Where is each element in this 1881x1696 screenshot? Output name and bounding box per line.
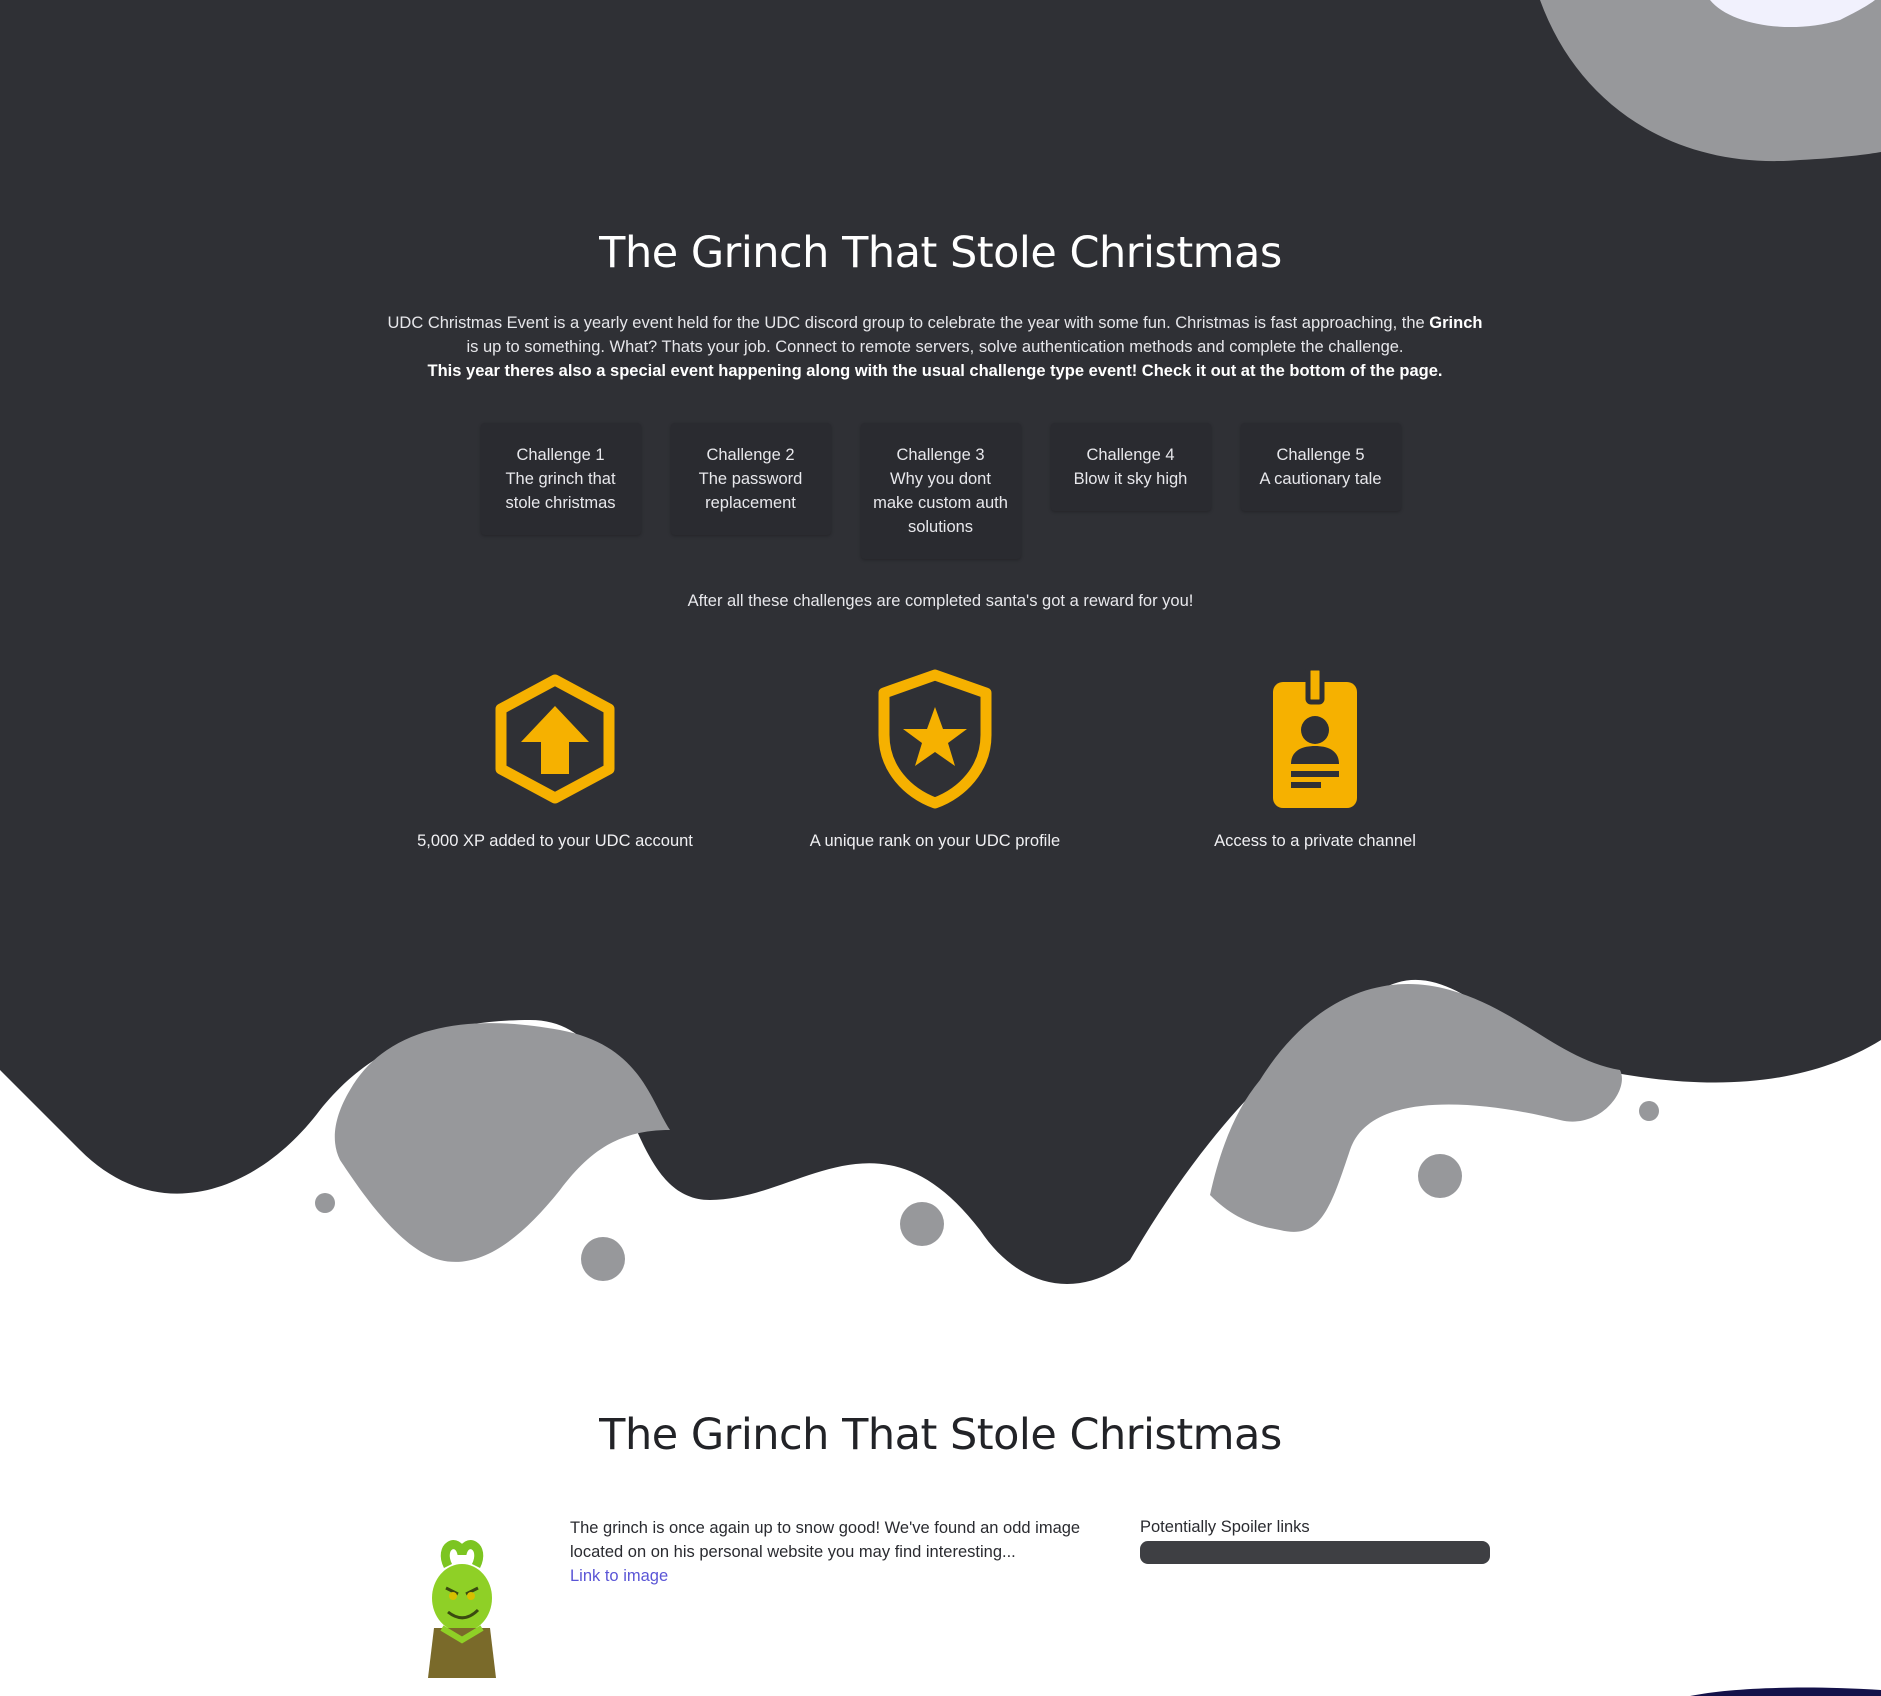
intro-grinch-bold: Grinch	[1429, 314, 1483, 332]
intro-part1: UDC Christmas Event is a yearly event he…	[387, 314, 1430, 332]
challenge-name: A cautionary tale	[1259, 470, 1382, 488]
challenge-name: The grinch that stole christmas	[505, 470, 616, 512]
link-to-image[interactable]: Link to image	[570, 1567, 668, 1585]
reward-label: Access to a private channel	[1214, 832, 1416, 850]
rewards-intro: After all these challenges are completed…	[687, 592, 1194, 610]
reward-rank: A unique rank on your UDC profile	[745, 668, 1125, 851]
challenge-name: Blow it sky high	[1073, 470, 1188, 488]
hexagon-arrow-up-icon	[495, 674, 615, 804]
reward-label: 5,000 XP added to your UDC account	[417, 832, 693, 850]
challenge-card-2[interactable]: Challenge 2 The password replacement	[670, 423, 831, 535]
challenge-number: Challenge 2	[706, 446, 795, 464]
challenge-number: Challenge 4	[1086, 446, 1175, 464]
challenge-name: The password replacement	[698, 470, 803, 512]
reward-label: A unique rank on your UDC profile	[809, 832, 1061, 850]
challenge-description: The grinch is once again up to snow good…	[570, 1516, 1090, 1588]
intro-part2: is up to something. What? Thats your job…	[466, 338, 1404, 356]
challenge-card-4[interactable]: Challenge 4 Blow it sky high	[1050, 423, 1211, 511]
id-badge-icon	[1273, 668, 1357, 808]
challenge-number: Challenge 3	[896, 446, 985, 464]
challenge-section-title: The Grinch That Stole Christmas	[599, 1410, 1282, 1460]
reward-channel: Access to a private channel	[1125, 668, 1505, 851]
challenge-cards: Challenge 1 The grinch that stole christ…	[0, 423, 1881, 559]
grinch-image	[428, 1540, 496, 1678]
challenge-number: Challenge 5	[1276, 446, 1365, 464]
reward-xp: 5,000 XP added to your UDC account	[365, 668, 745, 851]
challenge-number: Challenge 1	[516, 446, 605, 464]
intro-text: UDC Christmas Event is a yearly event he…	[380, 311, 1490, 383]
shield-star-icon	[878, 669, 992, 809]
challenge-card-5[interactable]: Challenge 5 A cautionary tale	[1240, 423, 1401, 511]
spoiler-label: Potentially Spoiler links	[1140, 1518, 1310, 1536]
special-event-notice: This year theres also a special event ha…	[427, 362, 1443, 380]
challenge-name: Why you dont make custom auth solutions	[873, 470, 1008, 536]
hero-title: The Grinch That Stole Christmas	[599, 228, 1282, 278]
spoiler-links-hidden[interactable]	[1140, 1541, 1490, 1564]
challenge-card-3[interactable]: Challenge 3 Why you dont make custom aut…	[860, 423, 1021, 559]
description-text: The grinch is once again up to snow good…	[570, 1519, 1081, 1561]
challenge-card-1[interactable]: Challenge 1 The grinch that stole christ…	[480, 423, 641, 535]
